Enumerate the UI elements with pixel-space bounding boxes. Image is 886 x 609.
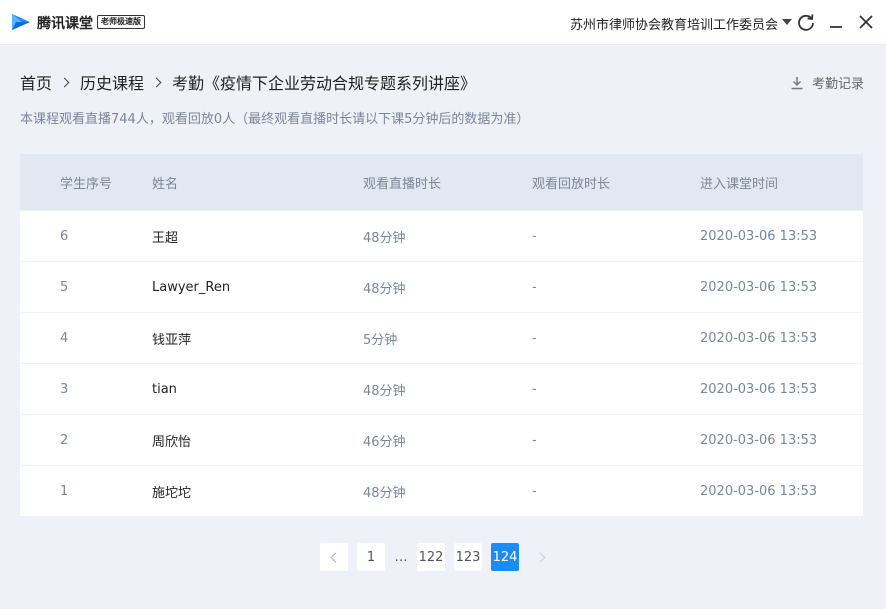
cell-replay-duration: - [532,330,537,346]
prev-page-button[interactable] [320,543,348,571]
cell-replay-duration: - [532,228,537,244]
header-replay-duration: 观看回放时长 [532,176,611,192]
page-button-current[interactable]: 124 [491,543,519,571]
cell-enter-time: 2020-03-06 13:53 [700,432,818,448]
chevron-right-icon [535,552,546,562]
pagination: 1 … 122 123 124 [320,543,565,571]
tencent-classroom-logo-icon [12,14,30,30]
chevron-right-icon [151,77,162,87]
cell-enter-time: 2020-03-06 13:53 [700,228,818,244]
table-row: 1 施坨坨 48分钟 - 2020-03-06 13:53 [20,466,863,516]
page-button[interactable]: 123 [454,543,482,571]
breadcrumb-current: 考勤《疫情下企业劳动合规专题系列讲座》 [172,74,477,93]
header-enter-time: 进入课堂时间 [700,176,779,192]
header-student-no: 学生序号 [60,176,113,192]
cell-live-duration: 46分钟 [363,434,406,450]
title-bar: 腾讯课堂 老师极速版 苏州市律师协会教育培训工作委员会 [0,0,886,45]
table-row: 2 周欣怡 46分钟 - 2020-03-06 13:53 [20,415,863,465]
cell-live-duration: 48分钟 [363,281,406,297]
chevron-left-icon [330,552,341,562]
cell-replay-duration: - [532,279,537,295]
page-button[interactable]: 122 [417,543,445,571]
table-row: 6 王超 48分钟 - 2020-03-06 13:53 [20,211,863,261]
caret-down-icon[interactable] [782,19,792,25]
export-label: 考勤记录 [811,77,864,92]
attendance-table: 学生序号 姓名 观看直播时长 观看回放时长 进入课堂时间 6 王超 48分钟 -… [20,154,863,516]
page-button[interactable]: 1 [357,543,385,571]
next-page-button[interactable] [528,543,556,571]
export-attendance-button[interactable]: 考勤记录 [790,73,864,92]
cell-live-duration: 5分钟 [363,332,398,348]
table-row: 3 tian 48分钟 - 2020-03-06 13:53 [20,364,863,414]
cell-live-duration: 48分钟 [363,230,406,246]
close-icon[interactable] [856,12,876,32]
cell-live-duration: 48分钟 [363,383,406,399]
cell-name: 王超 [152,230,179,246]
table-row: 5 Lawyer_Ren 48分钟 - 2020-03-06 13:53 [20,262,863,312]
cell-name: 施坨坨 [152,485,192,501]
cell-name: 钱亚萍 [152,332,192,348]
cell-student-no: 3 [60,381,69,397]
cell-student-no: 4 [60,330,69,346]
org-selector[interactable]: 苏州市律师协会教育培训工作委员会 [570,14,778,33]
header-name: 姓名 [152,176,179,192]
cell-name: Lawyer_Ren [152,279,231,295]
breadcrumb-home[interactable]: 首页 [20,70,52,94]
cell-replay-duration: - [532,381,537,397]
cell-replay-duration: - [532,432,537,448]
attendance-summary: 本课程观看直播744人，观看回放0人（最终观看直播时长请以下课5分钟后的数据为准… [20,112,530,127]
cell-name: 周欣怡 [152,434,192,450]
table-header: 学生序号 姓名 观看直播时长 观看回放时长 进入课堂时间 [20,154,863,210]
table-row: 4 钱亚萍 5分钟 - 2020-03-06 13:53 [20,313,863,363]
cell-student-no: 5 [60,279,69,295]
cell-name: tian [152,381,177,397]
cell-enter-time: 2020-03-06 13:53 [700,279,818,295]
cell-replay-duration: - [532,483,537,499]
cell-enter-time: 2020-03-06 13:53 [700,483,818,499]
cell-student-no: 6 [60,228,69,244]
page-ellipsis: … [394,549,408,565]
refresh-icon[interactable] [796,12,816,32]
app-name: 腾讯课堂 [37,16,93,32]
chevron-right-icon [59,77,70,87]
cell-enter-time: 2020-03-06 13:53 [700,381,818,397]
breadcrumb: 首页 历史课程 考勤《疫情下企业劳动合规专题系列讲座》 [20,70,476,94]
header-live-duration: 观看直播时长 [363,176,442,192]
cell-enter-time: 2020-03-06 13:53 [700,330,818,346]
download-icon [791,76,803,89]
edition-badge: 老师极速版 [97,15,145,29]
cell-student-no: 1 [60,483,69,499]
breadcrumb-history-courses[interactable]: 历史课程 [80,70,144,94]
cell-live-duration: 48分钟 [363,485,406,501]
cell-student-no: 2 [60,432,69,448]
minimize-icon[interactable] [826,12,846,32]
